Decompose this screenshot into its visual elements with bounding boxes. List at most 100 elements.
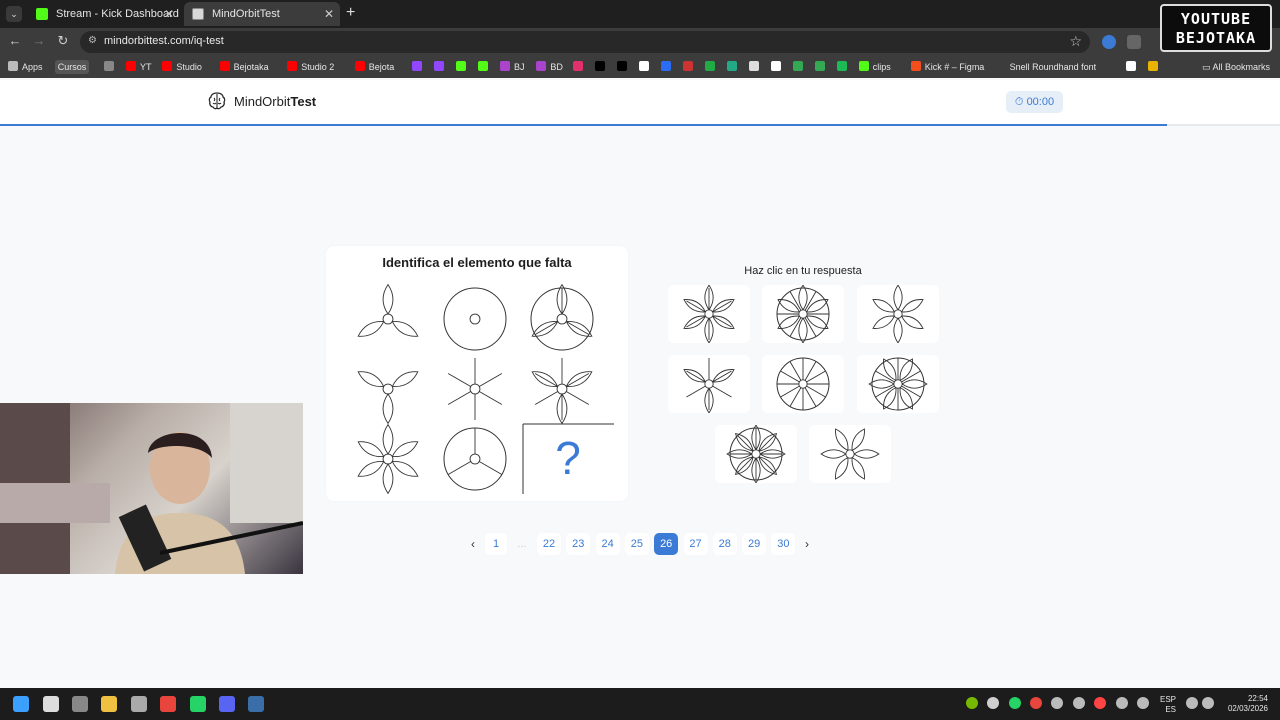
bookmark-item[interactable] [104, 60, 114, 74]
bookmark-item[interactable] [434, 60, 444, 74]
reload-icon[interactable]: ↻ [54, 33, 72, 49]
bookmark-item[interactable]: BJ [500, 60, 525, 74]
volume-icon[interactable] [1202, 697, 1214, 709]
bookmark-item[interactable]: Apps [8, 60, 43, 74]
bookmark-item[interactable] [412, 60, 422, 74]
windows-start-icon[interactable] [13, 696, 29, 712]
headset-icon[interactable] [1073, 697, 1085, 709]
new-tab-button[interactable]: + [346, 4, 355, 22]
page-button[interactable]: 28 [712, 533, 737, 555]
chatgpt-icon[interactable] [131, 696, 147, 712]
bookmark-item[interactable]: BD [536, 60, 563, 74]
page-button[interactable]: 25 [624, 533, 649, 555]
bookmark-item[interactable]: Bejota [354, 60, 394, 74]
chrome-tray-icon[interactable] [1030, 697, 1042, 709]
bookmark-item[interactable] [726, 60, 737, 74]
bookmark-item[interactable] [456, 60, 466, 74]
steam-icon[interactable] [248, 696, 264, 712]
bookmark-item[interactable] [638, 60, 649, 74]
page-button[interactable]: 24 [595, 533, 620, 555]
extension-icon[interactable] [1127, 35, 1141, 49]
tab-kick-dashboard[interactable]: Stream - Kick Dashboard ✕ [28, 2, 180, 26]
page-button[interactable]: 1 [485, 533, 507, 555]
bookmark-item[interactable]: Bejotaka [219, 60, 269, 74]
bookmark-star-icon[interactable]: ☆ [1069, 33, 1082, 50]
prev-page-button[interactable]: ‹ [466, 533, 480, 555]
answer-option-8[interactable] [809, 425, 891, 483]
bookmark-item[interactable] [594, 60, 605, 74]
bookmark-item[interactable]: Snell Roundhand font [1010, 60, 1097, 74]
bookmark-item[interactable]: Kick # – Figma [910, 60, 984, 74]
discord-icon[interactable] [219, 696, 235, 712]
center-circle [469, 383, 481, 395]
bookmark-item[interactable] [770, 60, 781, 74]
task-view-icon[interactable] [72, 696, 88, 712]
site-logo[interactable]: MindOrbitTest [234, 94, 316, 109]
page-button[interactable]: 27 [683, 533, 708, 555]
bookmarks-bar: ▭ All Bookmarks Apps Cursos YT Studio Bejota… [0, 56, 1280, 78]
chrome-icon[interactable] [160, 696, 176, 712]
answer-option-2[interactable] [762, 284, 844, 344]
petal-shape [357, 460, 385, 477]
bookmark-item[interactable] [660, 60, 671, 74]
url-text[interactable]: mindorbittest.com/iq-test [104, 35, 224, 47]
page-button[interactable]: 23 [566, 533, 591, 555]
steam-tray-icon[interactable] [987, 697, 999, 709]
chevron-up-icon[interactable] [1116, 697, 1128, 709]
clock[interactable]: 22:54 02/03/2026 [1222, 694, 1268, 714]
address-bar[interactable]: ⚙ mindorbittest.com/iq-test ☆ [80, 31, 1090, 53]
answer-option-5[interactable] [762, 355, 844, 413]
microphone-icon[interactable] [1137, 697, 1149, 709]
bookmark-item[interactable]: clips [858, 60, 891, 74]
bookmark-item[interactable]: Cursos [54, 60, 90, 74]
bookmark-item[interactable] [814, 60, 825, 74]
kick-icon [456, 61, 466, 71]
network-icon[interactable] [1186, 697, 1198, 709]
page-button[interactable]: 29 [742, 533, 767, 555]
answer-option-6[interactable] [857, 355, 939, 413]
input-language[interactable]: ESP ES [1156, 695, 1176, 715]
page-button-current[interactable]: 26 [654, 533, 679, 555]
nvidia-icon[interactable] [966, 697, 978, 709]
bookmark-item[interactable] [616, 60, 627, 74]
bookmark-item[interactable]: Studio 2 [287, 60, 334, 74]
file-explorer-icon[interactable] [101, 696, 117, 712]
record-icon[interactable] [1094, 697, 1106, 709]
page-icon [192, 8, 204, 20]
tab-search-button[interactable]: ⌄ [6, 6, 22, 22]
all-bookmarks-button[interactable]: ▭ All Bookmarks [1202, 60, 1270, 74]
search-icon[interactable] [43, 696, 59, 712]
bookmark-item[interactable] [478, 60, 488, 74]
back-arrow-icon[interactable]: ← [6, 33, 24, 48]
answer-option-1[interactable] [668, 284, 750, 344]
answer-option-7[interactable] [715, 424, 797, 484]
extension-icon[interactable] [1102, 35, 1116, 49]
bookmark-item[interactable] [1147, 60, 1158, 74]
figure [726, 424, 786, 484]
center-circle [845, 449, 855, 459]
answer-option-3[interactable] [857, 284, 939, 344]
site-info-icon[interactable]: ⚙ [88, 35, 97, 46]
page-button[interactable]: 30 [771, 533, 796, 555]
close-icon[interactable]: ✕ [324, 2, 334, 26]
bookmark-item[interactable] [682, 60, 693, 74]
tab-mindorbittest[interactable]: MindOrbitTest ✕ [184, 2, 340, 26]
bookmark-item[interactable] [572, 60, 583, 74]
obs-icon[interactable] [1051, 697, 1063, 709]
bookmark-item[interactable] [792, 60, 803, 74]
page-button[interactable]: 22 [537, 533, 561, 555]
bookmark-item[interactable] [1125, 60, 1136, 74]
next-page-button[interactable]: › [800, 533, 814, 555]
whatsapp-tray-icon[interactable] [1009, 697, 1021, 709]
bookmark-item[interactable] [836, 60, 847, 74]
whatsapp-icon[interactable] [190, 696, 206, 712]
close-icon[interactable]: ✕ [164, 2, 174, 26]
tab-title: Stream - Kick Dashboard [56, 8, 179, 20]
bookmark-item[interactable]: Studio [162, 60, 202, 74]
bookmark-item[interactable]: YT [126, 60, 152, 74]
bookmark-item[interactable] [704, 60, 715, 74]
answer-option-4[interactable] [668, 355, 750, 414]
petal-shape [835, 428, 849, 452]
bookmark-item[interactable] [748, 60, 759, 74]
forward-arrow-icon[interactable]: → [30, 33, 48, 48]
